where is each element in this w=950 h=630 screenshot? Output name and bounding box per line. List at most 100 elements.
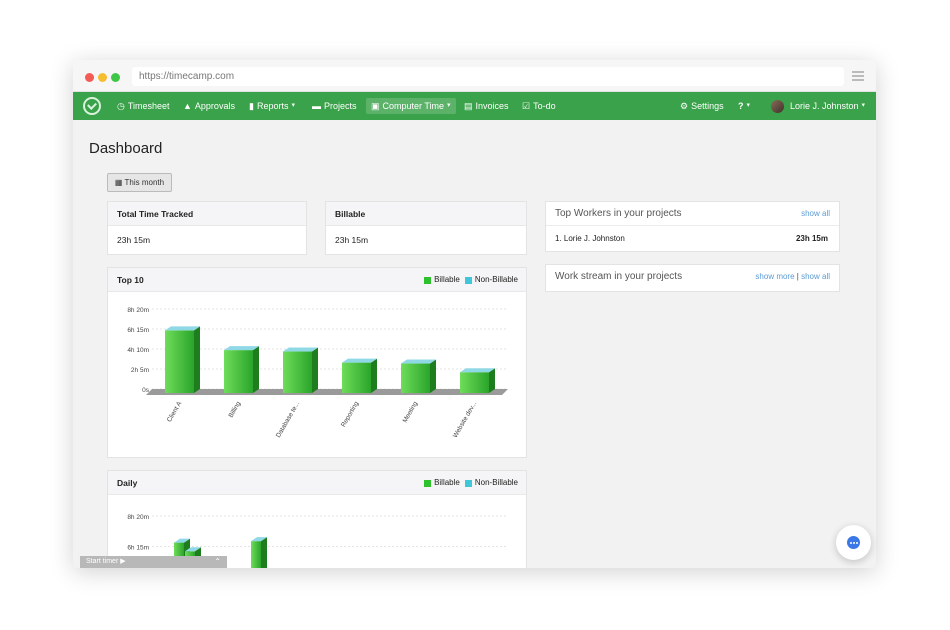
x-tick-label: Database te... <box>275 400 301 439</box>
bar-Website dev... <box>460 368 495 393</box>
bar-top <box>342 358 377 363</box>
bar-front <box>165 330 194 393</box>
start-timer-label: Start timer <box>86 558 119 565</box>
top10-chart: 8h 20m6h 15m4h 10m2h 5m0sClient A Billing… <box>127 307 508 439</box>
laptop-icon: ▣ <box>371 101 380 111</box>
nav-approvals[interactable]: ▲ Approvals <box>183 92 235 120</box>
work-stream-title: Work stream in your projects <box>555 271 683 282</box>
y-tick-label: 4h 10m <box>127 347 149 354</box>
chart-legend: Billable Non-Billable <box>424 471 518 495</box>
period-button[interactable]: ▦ This month <box>107 173 172 192</box>
y-tick-label: 8h 20m <box>127 307 149 314</box>
bar-front <box>224 350 253 393</box>
bar-d8 <box>251 537 267 568</box>
legend-non-billable[interactable]: Non-Billable <box>475 471 518 495</box>
nav-computer-time[interactable]: ▣ Computer Time ▾ <box>366 92 456 120</box>
browser-bar: https://timecamp.com <box>73 60 876 92</box>
legend-billable[interactable]: Billable <box>434 268 460 292</box>
billable-card: Billable 23h 15m <box>325 201 527 255</box>
chart-title: Top 10 <box>117 275 144 285</box>
total-time-value: 23h 15m <box>117 235 151 245</box>
minimize-window-icon[interactable] <box>98 73 107 82</box>
browser-menu-icon[interactable] <box>852 71 864 83</box>
avatar <box>771 99 784 113</box>
worker-row[interactable]: 1. Lorie J. Johnston 23h 15m <box>546 226 839 251</box>
file-icon: ▮ <box>249 101 254 111</box>
legend-billable[interactable]: Billable <box>434 471 460 495</box>
bar-front <box>283 351 312 393</box>
top-nav: ◷ Timesheet ▲ Approvals ▮ Reports ▾ ▬ Project… <box>73 92 876 120</box>
nav-help[interactable]: ? ▾ <box>738 92 750 120</box>
total-time-label: Total Time Tracked <box>108 202 306 226</box>
bar-top <box>401 359 436 364</box>
bar-side <box>489 368 495 393</box>
app-window: https://timecamp.com ◷ Timesheet ▲ Approva… <box>73 60 876 568</box>
chart-title: Daily <box>117 478 138 488</box>
x-tick-label: Website dev... <box>452 400 478 439</box>
work-stream-links: show more | show all <box>755 265 830 289</box>
address-bar[interactable]: https://timecamp.com <box>132 67 844 86</box>
top-workers-title: Top Workers in your projects <box>555 208 682 219</box>
bar-side <box>430 359 436 393</box>
daily-title-bar: Daily Billable Non-Billable <box>108 471 526 495</box>
nav-todo[interactable]: ☑ To-do <box>522 92 556 120</box>
checkbox-icon: ☑ <box>522 101 531 111</box>
billable-label: Billable <box>326 202 526 226</box>
chart-legend: Billable Non-Billable <box>424 268 518 292</box>
work-stream-header: Work stream in your projects show more |… <box>546 265 839 289</box>
nav-invoices[interactable]: ▤ Invoices <box>464 92 509 120</box>
bar-top <box>283 347 318 352</box>
work-stream-show-all[interactable]: show all <box>801 272 830 281</box>
y-tick-label: 6h 15m <box>127 544 149 551</box>
gear-icon: ⚙ <box>680 101 689 111</box>
chevron-up-icon[interactable]: ⌃ <box>214 556 221 568</box>
chat-button[interactable] <box>836 525 871 560</box>
bar-front <box>460 372 489 393</box>
bar-front <box>251 541 261 568</box>
work-stream-show-more[interactable]: show more <box>755 272 794 281</box>
total-time-card: Total Time Tracked 23h 15m <box>107 201 307 255</box>
bar-side <box>261 537 267 568</box>
y-tick-label: 2h 5m <box>131 367 149 374</box>
bar-side <box>312 347 318 393</box>
bar-Database te... <box>283 347 318 393</box>
top-workers-show-all[interactable]: show all <box>801 202 830 226</box>
timecamp-logo-icon[interactable] <box>83 97 101 115</box>
start-timer-bar[interactable]: Start timer ▶ ⌃ <box>80 556 227 568</box>
legend-billable-swatch <box>424 479 432 487</box>
bar-Reporting <box>342 358 377 393</box>
billable-value: 23h 15m <box>335 235 369 245</box>
bar-front <box>401 363 430 393</box>
bar-Client A <box>165 326 200 393</box>
top10-card: Top 10 Billable Non-Billable 8h 20m 6h 15… <box>107 267 527 458</box>
legend-billable-swatch <box>424 276 432 284</box>
chevron-down-icon: ▾ <box>291 102 295 109</box>
calendar-icon: ▦ <box>114 178 123 187</box>
nav-timesheet[interactable]: ◷ Timesheet <box>117 92 170 120</box>
maximize-window-icon[interactable] <box>111 73 120 82</box>
worker-time: 23h 15m <box>795 234 828 243</box>
chart-floor <box>146 389 508 395</box>
daily-card: Daily Billable Non-Billable 8h 20m 6h 15m… <box>107 470 527 568</box>
bar-top <box>224 346 259 351</box>
nav-settings[interactable]: ⚙ Settings <box>680 92 724 120</box>
page-title: Dashboard <box>89 140 163 157</box>
y-tick-label: 8h 20m <box>127 514 149 521</box>
nav-projects[interactable]: ▬ Projects <box>312 92 357 120</box>
bar-Billing <box>224 346 259 393</box>
bar-front <box>342 362 371 393</box>
bar-side <box>253 346 259 393</box>
legend-non-billable[interactable]: Non-Billable <box>475 268 518 292</box>
nav-reports[interactable]: ▮ Reports ▾ <box>249 92 295 120</box>
top-workers-header: Top Workers in your projects show all <box>546 202 839 226</box>
link-separator: | <box>796 272 799 281</box>
close-window-icon[interactable] <box>85 73 94 82</box>
play-icon: ▶ <box>120 558 126 565</box>
nav-user-menu[interactable]: Lorie J. Johnston ▾ <box>771 92 865 120</box>
chat-icon <box>847 536 860 549</box>
bar-top <box>460 368 495 373</box>
x-tick-label: Meeting <box>402 400 420 424</box>
bar-Meeting <box>401 359 436 393</box>
clock-icon: ◷ <box>117 101 125 111</box>
folder-icon: ▬ <box>312 101 321 111</box>
